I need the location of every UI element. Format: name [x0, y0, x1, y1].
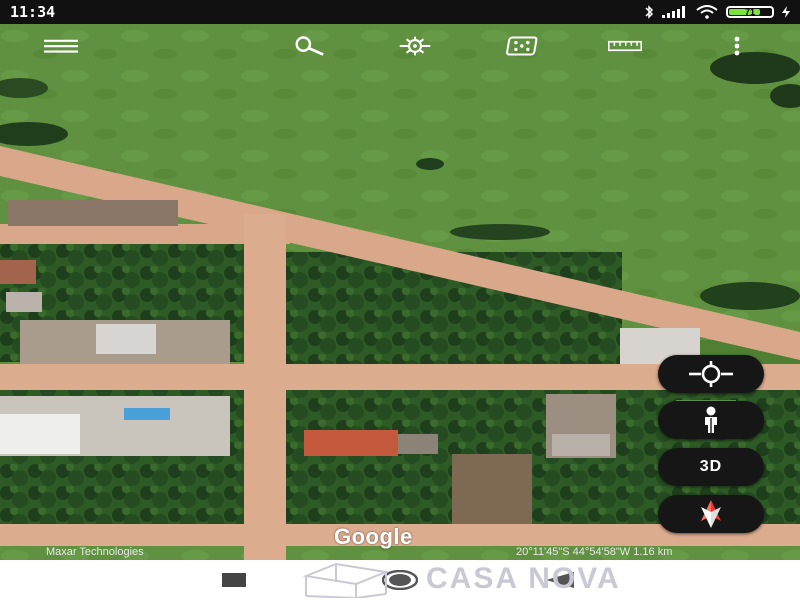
navigation-bar: CASA NOVA [0, 560, 800, 600]
status-bar: 11:34 71 [0, 0, 800, 24]
battery-level: 71 [744, 7, 755, 17]
my-location-icon [689, 361, 733, 387]
charging-icon [782, 6, 790, 18]
battery-icon: 71 [726, 6, 774, 18]
more-options-button[interactable] [720, 32, 754, 60]
dice-icon [506, 36, 538, 56]
3d-label: 3D [699, 458, 723, 475]
coordinates-readout: 20°11'45"S 44°54'58"W 1.16 km [516, 546, 673, 558]
signal-icon [662, 6, 685, 18]
wifi-icon [696, 5, 718, 19]
watermark-text: CASA NOVA [426, 562, 621, 595]
feeling-lucky-button[interactable] [504, 32, 538, 60]
back-icon [546, 572, 574, 588]
ruler-icon [608, 40, 642, 52]
menu-icon [44, 39, 78, 53]
home-button[interactable] [381, 569, 419, 595]
street-view-icon [705, 406, 717, 433]
back-button[interactable] [546, 572, 574, 593]
measure-button[interactable] [608, 32, 642, 60]
status-time: 11:34 [10, 3, 56, 21]
more-options-icon [734, 36, 740, 56]
watermark: CASA NOVA [296, 562, 774, 598]
bluetooth-icon [645, 5, 654, 19]
search-icon [295, 36, 324, 56]
home-icon [381, 569, 419, 591]
compass-icon [701, 500, 721, 528]
google-logo: Google [334, 524, 413, 549]
map-toolbar [0, 26, 800, 66]
search-button[interactable] [292, 32, 326, 60]
status-icons: 71 [644, 5, 790, 19]
recent-apps-icon [222, 573, 246, 587]
voyager-icon [399, 36, 431, 56]
3d-view-button[interactable]: 3D [658, 448, 764, 486]
recent-apps-button[interactable] [222, 573, 246, 592]
menu-button[interactable] [44, 32, 78, 60]
compass-button[interactable] [658, 495, 764, 533]
imagery-attribution: Maxar Technologies [46, 546, 144, 558]
my-location-button[interactable] [658, 355, 764, 393]
street-view-button[interactable] [658, 401, 764, 439]
voyager-button[interactable] [398, 32, 432, 60]
